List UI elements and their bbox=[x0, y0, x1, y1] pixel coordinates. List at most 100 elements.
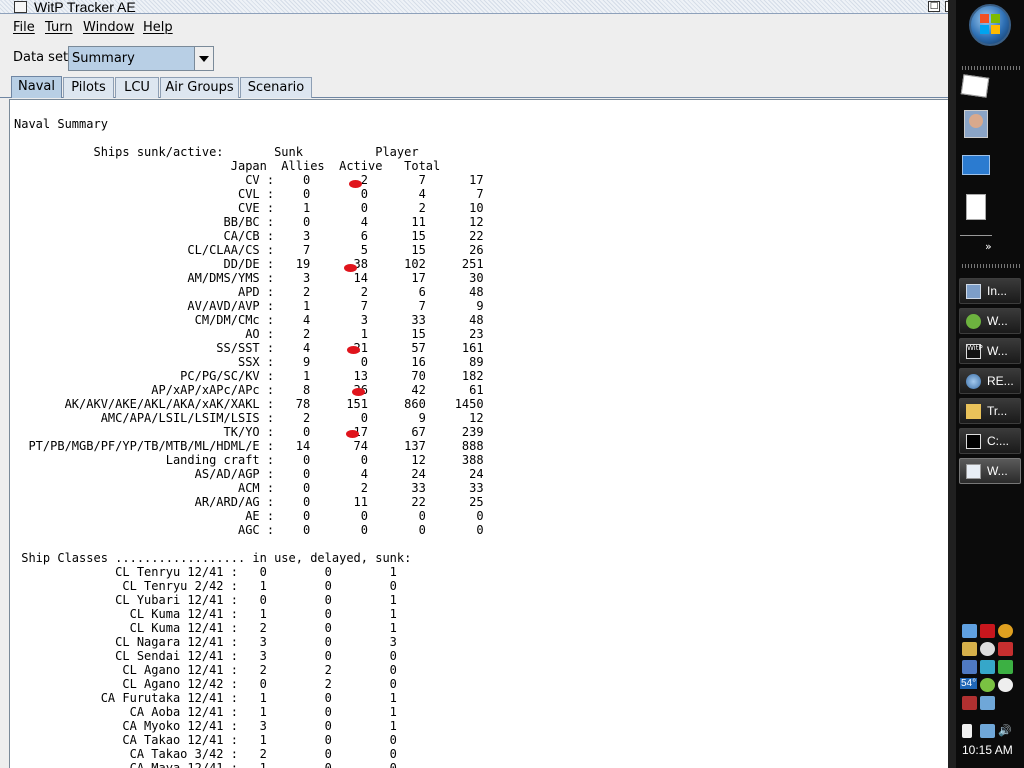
menu-file[interactable]: File bbox=[13, 20, 35, 35]
maximize-button[interactable]: □ bbox=[928, 1, 940, 12]
console-icon bbox=[966, 434, 981, 449]
app-window: WitP Tracker AE □ ✕ File Turn Window Hel… bbox=[0, 0, 956, 768]
tray-check-icon[interactable] bbox=[998, 660, 1013, 674]
clock[interactable]: 10:15 AM bbox=[962, 743, 1013, 757]
dataset-select[interactable]: Summary bbox=[68, 46, 214, 71]
chevron-down-icon[interactable]: » bbox=[985, 240, 992, 253]
tray-red-icon[interactable] bbox=[962, 696, 977, 710]
ship-type-row: ACM : 0 2 33 33 bbox=[14, 481, 484, 495]
taskbar-button-w2[interactable]: WitP W... bbox=[959, 338, 1021, 364]
network-status-icon[interactable] bbox=[980, 724, 995, 738]
ship-class-row: CL Tenryu 2/42 : 1 0 0 bbox=[14, 579, 397, 593]
window-edge bbox=[948, 0, 956, 768]
taskbar-button-tr[interactable]: Tr... bbox=[959, 398, 1021, 424]
messenger-icon bbox=[966, 314, 981, 329]
menu-window[interactable]: Window bbox=[83, 20, 134, 35]
tray-network-icon[interactable] bbox=[962, 624, 977, 638]
ship-type-row: AS/AD/AGP : 0 4 24 24 bbox=[14, 467, 484, 481]
toolbar-grip[interactable] bbox=[962, 264, 1020, 268]
report-header: Ships sunk/active: Sunk Player bbox=[14, 145, 419, 159]
taskbar-button-label: C:... bbox=[987, 434, 1010, 448]
tray-folder-icon[interactable] bbox=[962, 642, 977, 656]
ship-class-row: CL Kuma 12/41 : 1 0 1 bbox=[14, 607, 397, 621]
tray-share-icon[interactable] bbox=[980, 660, 995, 674]
ship-class-row: CL Agano 12/41 : 2 2 0 bbox=[14, 663, 397, 677]
taskbar-button-w1[interactable]: W... bbox=[959, 308, 1021, 334]
chrome-like-icon[interactable] bbox=[998, 624, 1013, 638]
ship-type-row: AM/DMS/YMS : 3 14 17 30 bbox=[14, 271, 484, 285]
taskbar-button-re[interactable]: RE... bbox=[959, 368, 1021, 394]
ship-type-row: AMC/APA/LSIL/LSIM/LSIS : 2 0 9 12 bbox=[14, 411, 484, 425]
ship-class-row: CA Myoko 12/41 : 3 0 1 bbox=[14, 719, 397, 733]
red-mark bbox=[346, 430, 359, 438]
ship-type-row: CA/CB : 3 6 15 22 bbox=[14, 229, 484, 243]
taskbar-button-label: W... bbox=[987, 344, 1008, 358]
volume-icon[interactable]: 🔊 bbox=[998, 724, 1013, 738]
ship-class-row: CL Tenryu 12/41 : 0 0 1 bbox=[14, 565, 397, 579]
taskbar-button-w3[interactable]: W... bbox=[959, 458, 1021, 484]
folder-icon bbox=[966, 404, 981, 419]
network-icon bbox=[966, 284, 981, 299]
ship-type-row: TK/YO : 0 17 67 239 bbox=[14, 425, 484, 439]
red-mark bbox=[352, 388, 365, 396]
ship-class-row: CL Nagara 12/41 : 3 0 3 bbox=[14, 635, 397, 649]
ship-type-row: AP/xAP/xAPc/APc : 8 36 42 61 bbox=[14, 383, 484, 397]
report-panel[interactable]: Naval Summary Ships sunk/active: Sunk Pl… bbox=[9, 99, 956, 768]
ship-class-row: CL Yubari 12/41 : 0 0 1 bbox=[14, 593, 397, 607]
window-icon[interactable] bbox=[14, 1, 27, 13]
battery-icon[interactable] bbox=[962, 724, 972, 738]
tray-sync-icon[interactable] bbox=[980, 696, 995, 710]
ship-class-row: CA Furutaka 12/41 : 1 0 1 bbox=[14, 691, 397, 705]
ship-type-row: AO : 2 1 15 23 bbox=[14, 327, 484, 341]
taskbar-button-label: RE... bbox=[987, 374, 1014, 388]
document-icon[interactable] bbox=[960, 192, 990, 220]
ship-type-row: CVE : 1 0 2 10 bbox=[14, 201, 484, 215]
ship-type-row: SSX : 9 0 16 89 bbox=[14, 355, 484, 369]
tab-naval[interactable]: Naval bbox=[11, 76, 62, 98]
show-desktop-icon[interactable] bbox=[960, 152, 990, 180]
tray-monitor-icon[interactable] bbox=[962, 660, 977, 674]
tab-strip: Naval Pilots LCU Air Groups Scenario bbox=[0, 76, 956, 98]
ati-icon[interactable] bbox=[980, 624, 995, 638]
tray-face-icon[interactable] bbox=[998, 678, 1013, 692]
chevron-down-icon[interactable] bbox=[194, 47, 213, 70]
ship-class-row: CA Maya 12/41 : 1 0 0 bbox=[14, 761, 397, 768]
ship-type-row: AK/AKV/AKE/AKL/AKA/xAK/XAKL : 78 151 860… bbox=[14, 397, 484, 411]
ship-type-row: CL/CLAA/CS : 7 5 15 26 bbox=[14, 243, 484, 257]
weather-temperature[interactable]: 54° bbox=[960, 678, 978, 689]
ship-classes-header: Ship Classes .................. in use, … bbox=[14, 551, 412, 565]
dataset-label: Data set: bbox=[13, 50, 73, 65]
ship-class-row: CL Kuma 12/41 : 2 0 1 bbox=[14, 621, 397, 635]
globe-icon bbox=[966, 374, 981, 389]
witp-ae-icon: WitP bbox=[966, 344, 983, 359]
report-header: Japan Allies Active Total bbox=[14, 159, 441, 173]
toolbar-divider bbox=[960, 235, 992, 236]
tab-scenario[interactable]: Scenario bbox=[240, 77, 312, 98]
tab-lcu[interactable]: LCU bbox=[115, 77, 159, 98]
ship-type-row: DD/DE : 19 38 102 251 bbox=[14, 257, 484, 271]
ship-class-row: CL Agano 12/42 : 0 2 0 bbox=[14, 677, 397, 691]
ship-class-row: CA Takao 3/42 : 2 0 0 bbox=[14, 747, 397, 761]
ship-type-row: CM/DM/CMc : 4 3 33 48 bbox=[14, 313, 484, 327]
toolbar-grip[interactable] bbox=[962, 66, 1020, 70]
menu-help[interactable]: Help bbox=[143, 20, 173, 35]
tab-pilots[interactable]: Pilots bbox=[63, 77, 114, 98]
tab-air-groups[interactable]: Air Groups bbox=[160, 77, 239, 98]
dataset-value: Summary bbox=[72, 51, 135, 66]
taskbar-button-in[interactable]: In... bbox=[959, 278, 1021, 304]
ship-type-row: AR/ARD/AG : 0 11 22 25 bbox=[14, 495, 484, 509]
ship-class-row: CA Takao 12/41 : 1 0 0 bbox=[14, 733, 397, 747]
tray-green-icon[interactable] bbox=[980, 678, 995, 692]
tray-disc-icon[interactable] bbox=[980, 642, 995, 656]
envelope-icon[interactable] bbox=[960, 74, 990, 102]
ship-type-row: CV : 0 2 7 17 bbox=[14, 173, 484, 187]
taskbar-button-c[interactable]: C:... bbox=[959, 428, 1021, 454]
user-photo-icon[interactable] bbox=[960, 110, 990, 138]
ship-type-row: Landing craft : 0 0 12 388 bbox=[14, 453, 484, 467]
title-bar[interactable]: WitP Tracker AE □ ✕ bbox=[0, 0, 956, 15]
taskbar-button-label: W... bbox=[987, 464, 1008, 478]
tray-alert-icon[interactable] bbox=[998, 642, 1013, 656]
menu-turn[interactable]: Turn bbox=[45, 20, 73, 35]
ship-type-row: PT/PB/MGB/PF/YP/TB/MTB/ML/HDML/E : 14 74… bbox=[14, 439, 484, 453]
ship-type-row: AGC : 0 0 0 0 bbox=[14, 523, 484, 537]
